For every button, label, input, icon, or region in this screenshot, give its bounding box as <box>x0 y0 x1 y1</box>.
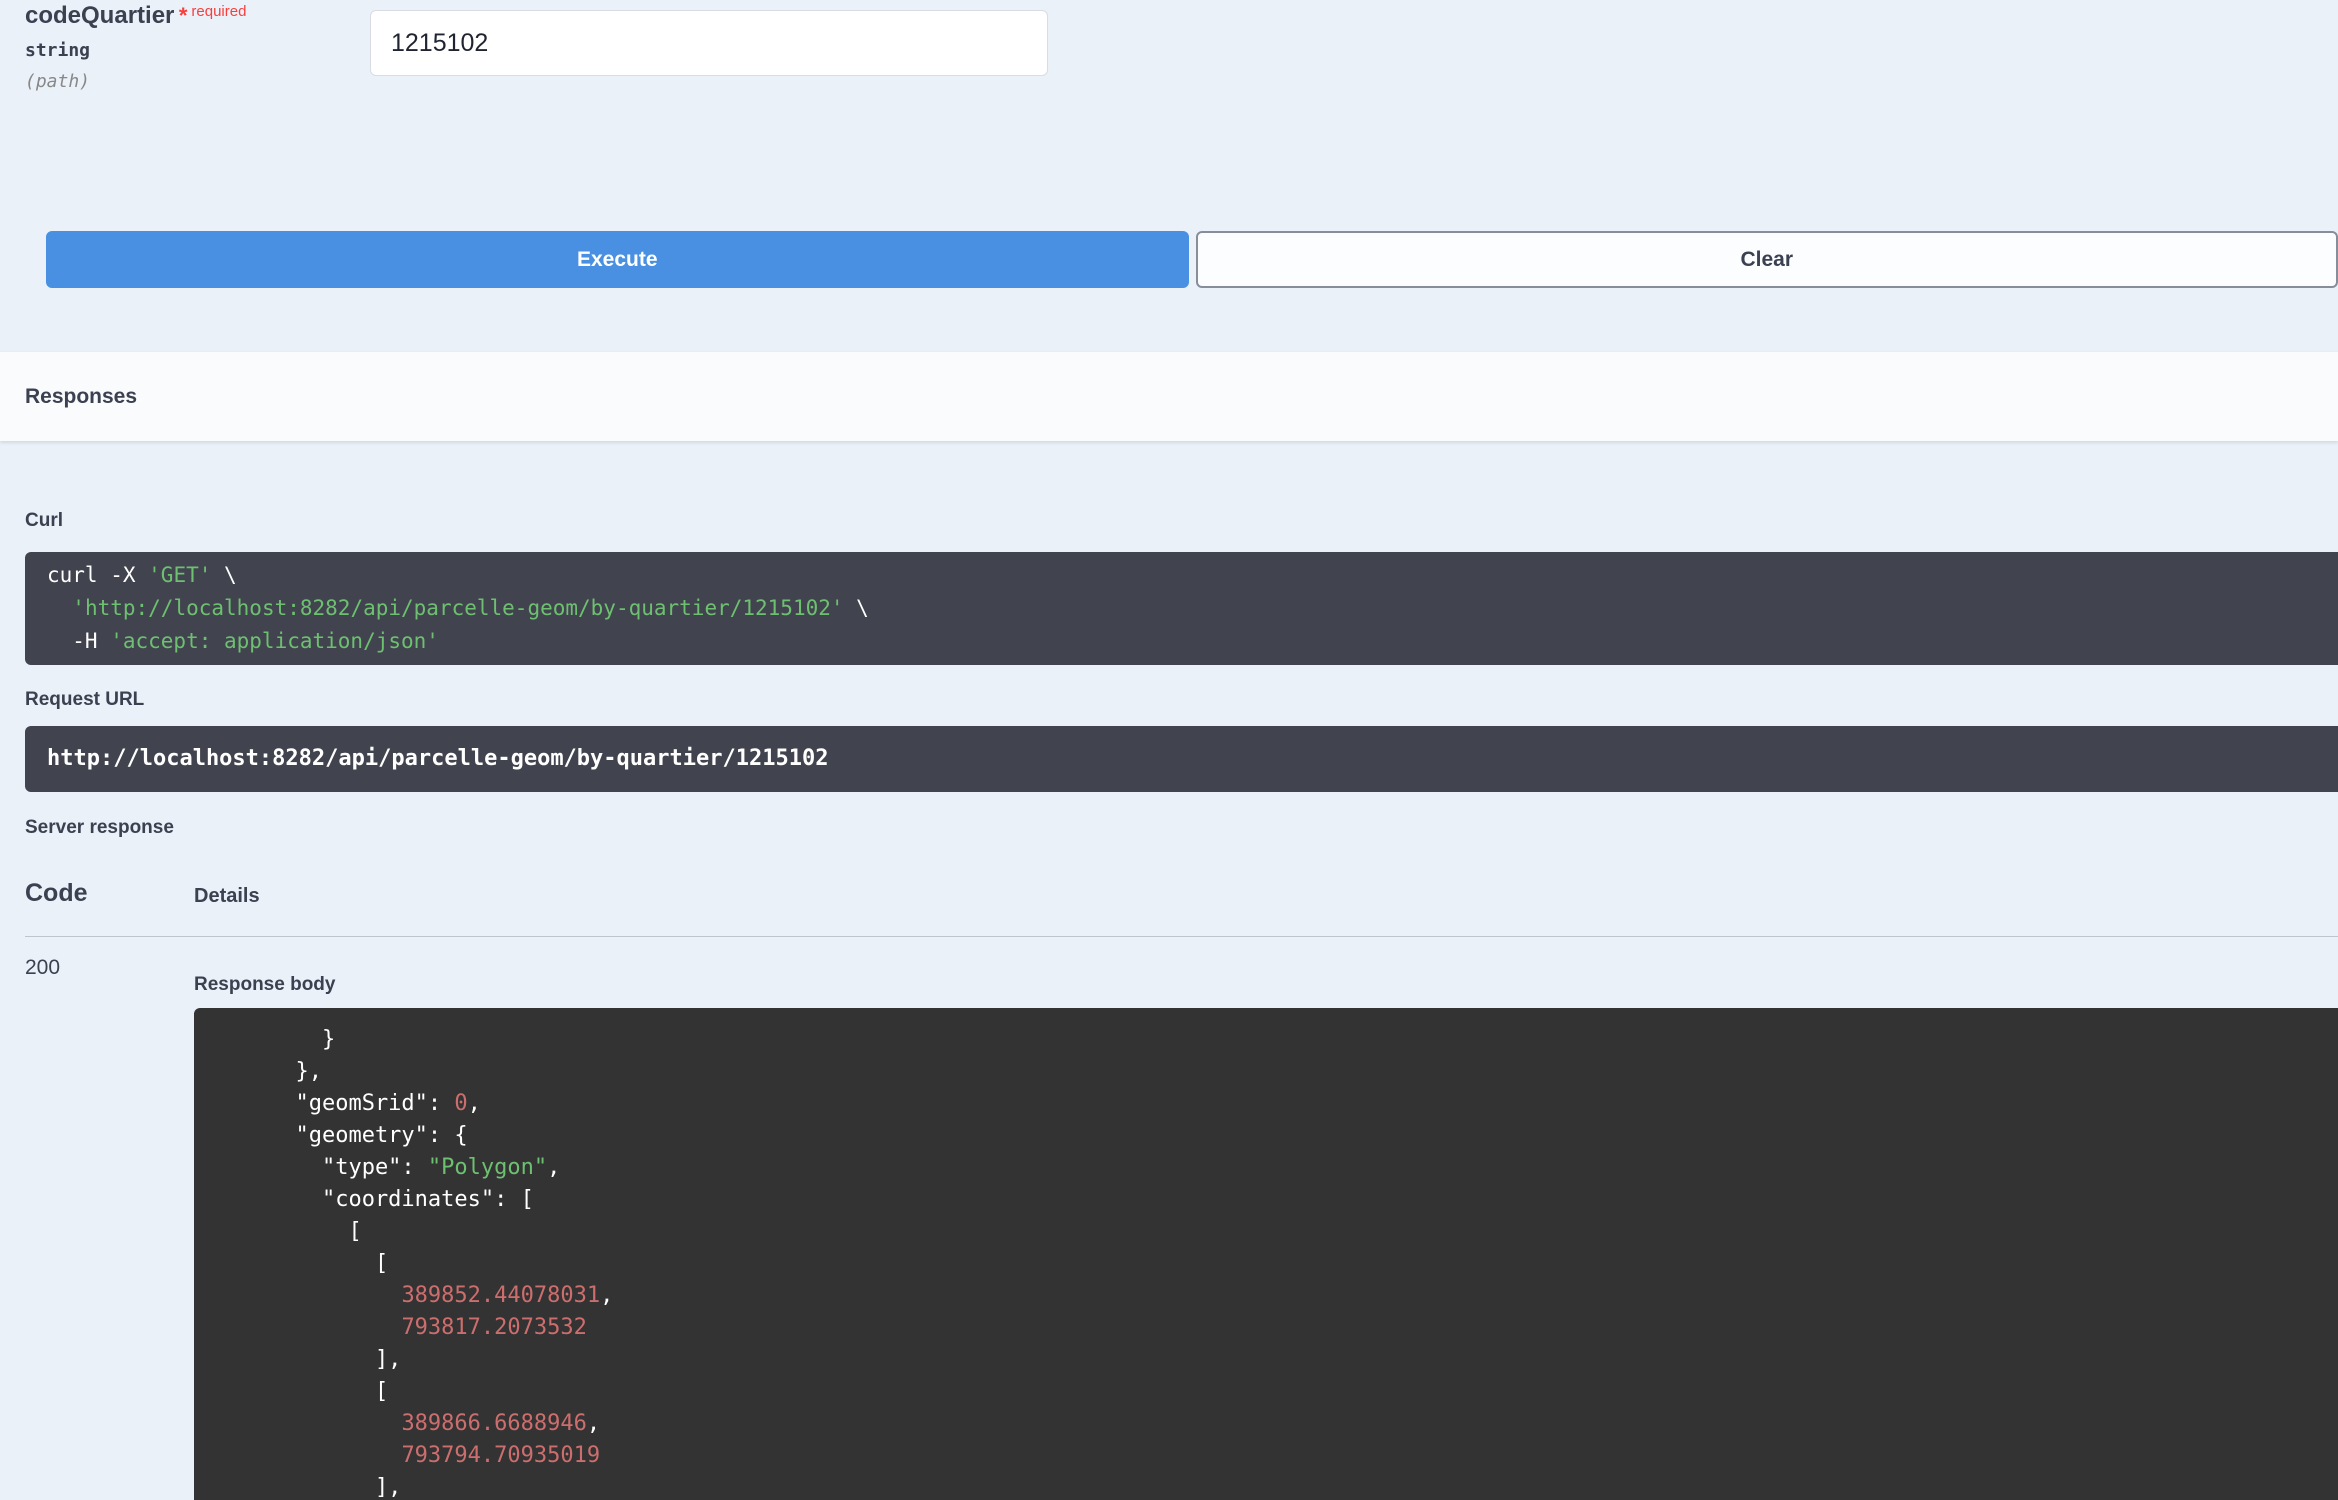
curl-label: Curl <box>25 510 63 531</box>
execute-clear-row: Execute Clear <box>46 231 2338 288</box>
response-body-label: Response body <box>194 974 336 995</box>
curl-command[interactable]: curl -X 'GET' \ 'http://localhost:8282/a… <box>25 552 2338 665</box>
responses-section-header: Responses <box>0 351 2338 441</box>
parameter-location: (path) <box>25 71 91 92</box>
server-response-row: 200 Response body } }, "geomSrid": 0, "g… <box>25 937 2338 1500</box>
response-body-code: } }, "geomSrid": 0, "geometry": { "type"… <box>194 1008 2338 1500</box>
parameter-name-line: codeQuartier * required <box>25 2 370 30</box>
responses-content: Curl curl -X 'GET' \ 'http://localhost:8… <box>0 510 2338 1500</box>
swagger-operation-panel: codeQuartier *required string (path) Exe… <box>0 0 2338 1500</box>
server-response-label: Server response <box>25 817 174 838</box>
parameter-name: codeQuartier <box>25 2 175 29</box>
response-details-cell: Response body } }, "geomSrid": 0, "geome… <box>194 956 2338 1500</box>
required-asterisk: * <box>178 3 188 28</box>
parameter-type: string <box>25 40 91 61</box>
required-label: required <box>191 3 247 20</box>
server-response-table-head: Code Details <box>25 879 2338 937</box>
execute-button[interactable]: Execute <box>46 231 1189 288</box>
status-code: 200 <box>25 956 61 979</box>
request-url-value: http://localhost:8282/api/parcelle-geom/… <box>25 726 2338 792</box>
details-column-header: Details <box>194 885 260 907</box>
request-url-label: Request URL <box>25 689 145 710</box>
responses-title: Responses <box>25 384 138 408</box>
clear-button[interactable]: Clear <box>1195 231 2338 288</box>
codequartier-input[interactable] <box>370 10 1048 76</box>
server-response-table: Code Details 200 Response body } }, "geo… <box>25 879 2338 1500</box>
code-column-header: Code <box>25 879 88 907</box>
parameters-section: codeQuartier * required string (path) <box>0 0 2338 92</box>
parameter-meta: codeQuartier * required string (path) <box>25 2 370 92</box>
parameter-input-wrap <box>370 2 1048 76</box>
